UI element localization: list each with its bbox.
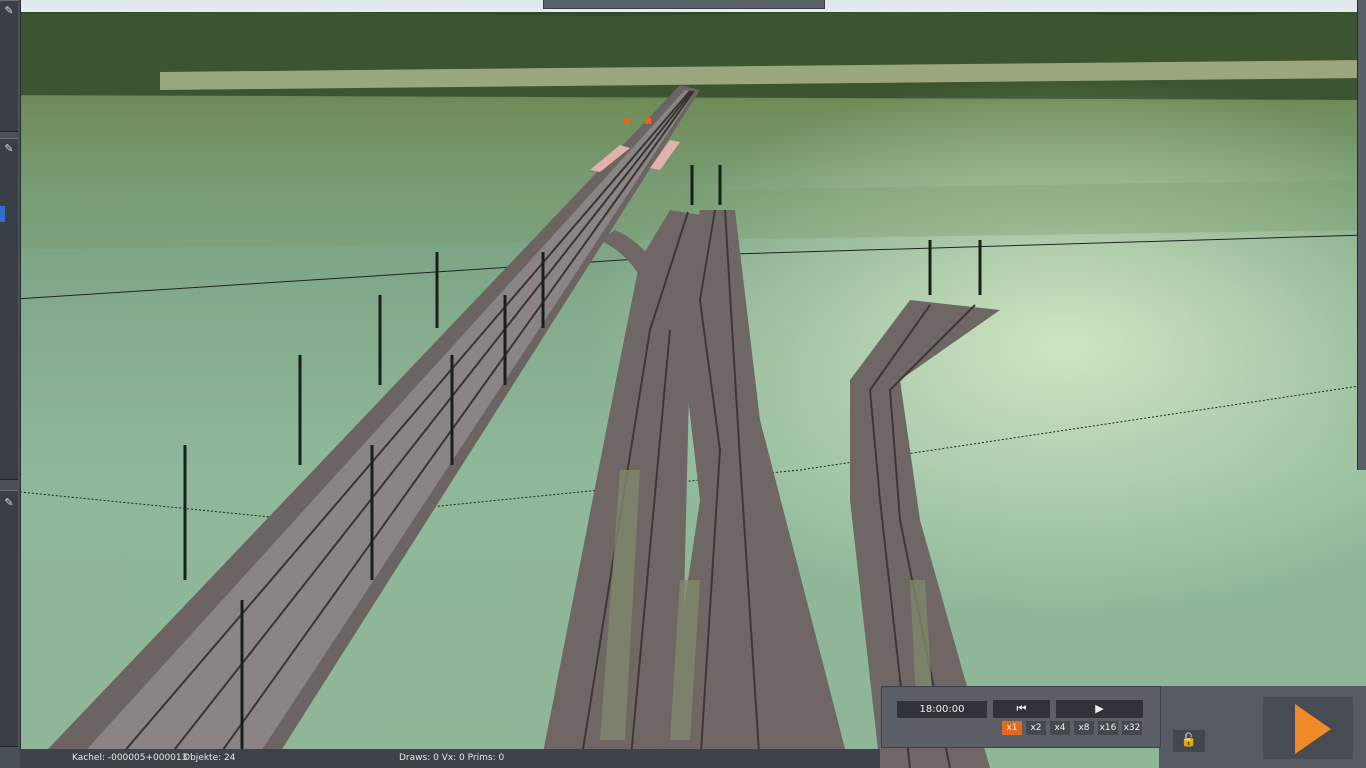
rewind-icon: ⏮	[1016, 702, 1027, 715]
rewind-button[interactable]: ⏮	[993, 700, 1050, 718]
playback-panel: 18:00:00 ⏮ ▶ x1 x2 x4 x8 x16 x32	[881, 686, 1161, 748]
top-tab[interactable]	[543, 0, 825, 9]
status-objekte: Objekte: 24	[183, 753, 236, 763]
time-display[interactable]: 18:00:00	[897, 701, 987, 718]
play-icon	[1295, 704, 1331, 754]
play-icon: ▶	[1095, 702, 1104, 715]
3d-viewport[interactable]	[0, 0, 1366, 768]
speed-x32-button[interactable]: x32	[1122, 721, 1142, 735]
status-kachel: Kachel: -000005+000013	[72, 753, 188, 763]
lock-open-icon: 🔓	[1180, 733, 1198, 748]
speed-x4-button[interactable]: x4	[1050, 721, 1070, 735]
wrench-icon[interactable]: ✎	[2, 142, 16, 156]
speed-x2-button[interactable]: x2	[1026, 721, 1046, 735]
lock-button[interactable]: 🔓	[1173, 730, 1205, 752]
status-bar: Kachel: -000005+000013 Objekte: 24 Draws…	[20, 749, 880, 768]
speed-x16-button[interactable]: x16	[1098, 721, 1118, 735]
wrench-icon[interactable]: ✎	[2, 4, 16, 18]
status-draws: Draws: 0 Vx: 0 Prims: 0	[399, 753, 505, 763]
right-panel-edge[interactable]	[1357, 0, 1366, 470]
left-toolbar-section	[0, 0, 18, 132]
selection-marker	[0, 206, 5, 222]
left-toolbar: ✎ ✎ ✎	[0, 0, 21, 768]
speed-x8-button[interactable]: x8	[1074, 721, 1094, 735]
play-button[interactable]: ▶	[1056, 700, 1143, 718]
left-toolbar-section	[0, 490, 18, 747]
left-toolbar-section	[0, 138, 18, 480]
speed-x1-button[interactable]: x1	[1002, 721, 1022, 735]
wrench-icon[interactable]: ✎	[2, 496, 16, 510]
